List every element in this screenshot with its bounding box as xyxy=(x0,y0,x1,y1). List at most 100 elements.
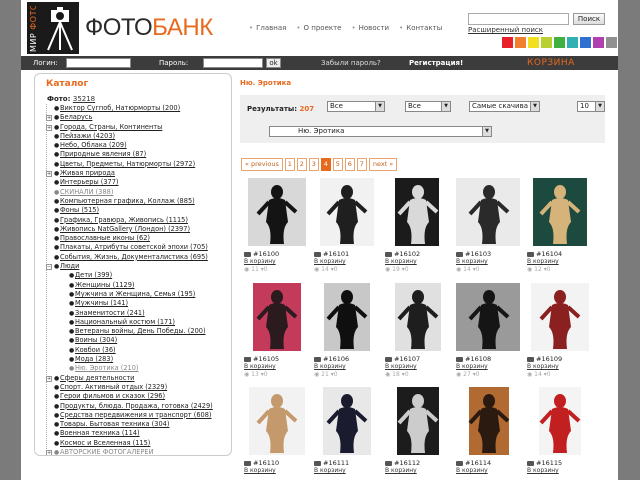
catalog-item[interactable]: ● Герои фильмов и сказок (296) xyxy=(38,392,231,401)
catalog-item[interactable]: − ● Люди xyxy=(38,262,231,271)
photo-thumbnail[interactable] xyxy=(385,283,451,351)
page-2-button[interactable]: 2 xyxy=(296,158,307,171)
catalog-item[interactable]: ● Мужчины (141) xyxy=(38,299,231,308)
catalog-item[interactable]: ● СКИНАЛИ (388) xyxy=(38,188,231,197)
catalog-item[interactable]: ● Ню. Эротика (210) xyxy=(38,364,231,373)
catalog-item[interactable]: ● Пейзажи (4203) xyxy=(38,132,231,141)
password-input[interactable] xyxy=(203,58,263,68)
previous-page-button[interactable]: « previous xyxy=(241,158,283,171)
page-6-button[interactable]: 6 xyxy=(344,158,355,171)
per-page-select[interactable]: 10 ▼ xyxy=(577,101,605,112)
expand-icon[interactable]: + xyxy=(46,124,52,131)
color-swatch[interactable] xyxy=(528,37,539,48)
catalog-item[interactable]: ● Женщины (1129) xyxy=(38,281,231,290)
catalog-item[interactable]: ● Спорт. Активный отдых (2329) xyxy=(38,383,231,392)
photo-thumbnail[interactable] xyxy=(314,283,380,351)
add-to-cart-link[interactable]: В корзину xyxy=(456,258,488,265)
page-7-button[interactable]: 7 xyxy=(356,158,367,171)
catalog-item[interactable]: ● Национальный костюм (171) xyxy=(38,318,231,327)
nav-link-about[interactable]: О проекте xyxy=(296,24,342,32)
page-4-button[interactable]: 4 xyxy=(320,158,331,171)
catalog-item[interactable]: ● Средства передвижения и транспорт (608) xyxy=(38,411,231,420)
catalog-item[interactable]: ● Товары. Бытовая техника (304) xyxy=(38,420,231,429)
expand-icon[interactable]: + xyxy=(46,171,52,178)
catalog-item[interactable]: ● Православные иконы (62) xyxy=(38,234,231,243)
color-swatch[interactable] xyxy=(593,37,604,48)
register-link[interactable]: Регистрация! xyxy=(409,59,463,67)
photo-thumbnail[interactable] xyxy=(527,178,593,246)
page-3-button[interactable]: 3 xyxy=(308,158,319,171)
add-to-cart-link[interactable]: В корзину xyxy=(244,467,276,474)
advanced-search-link[interactable]: Расширенный поиск xyxy=(468,26,543,34)
expand-icon[interactable]: + xyxy=(46,375,52,382)
collapse-icon[interactable]: − xyxy=(46,264,52,271)
catalog-item[interactable]: ● Небо, Облака (209) xyxy=(38,141,231,150)
add-to-cart-link[interactable]: В корзину xyxy=(456,467,488,474)
catalog-item[interactable]: ● Виктор Сугпоб, Натюрморты (200) xyxy=(38,104,231,113)
photo-thumbnail[interactable] xyxy=(456,387,522,455)
catalog-item[interactable]: ● Цветы, Предметы, Натюрморты (2972) xyxy=(38,160,231,169)
search-input[interactable] xyxy=(468,13,569,25)
photo-thumbnail[interactable] xyxy=(456,283,522,351)
add-to-cart-link[interactable]: В корзину xyxy=(527,363,559,370)
add-to-cart-link[interactable]: В корзину xyxy=(527,467,559,474)
site-logo[interactable]: МИР ФОТО xyxy=(27,2,79,54)
sort-select[interactable]: Самые скачива ▼ xyxy=(469,101,540,112)
nav-link-news[interactable]: Новости xyxy=(352,24,389,32)
brand-name[interactable]: ФОТОБАНК xyxy=(85,14,213,42)
catalog-item[interactable]: ● Мужчина и Женщина, Семья (195) xyxy=(38,290,231,299)
catalog-item[interactable]: ● Компьютерная графика, Коллаж (885) xyxy=(38,197,231,206)
add-to-cart-link[interactable]: В корзину xyxy=(385,467,417,474)
add-to-cart-link[interactable]: В корзину xyxy=(244,363,276,370)
photo-thumbnail[interactable] xyxy=(456,178,522,246)
catalog-item[interactable]: + ● Города, Страны, Континенты xyxy=(38,123,231,132)
add-to-cart-link[interactable]: В корзину xyxy=(385,258,417,265)
color-swatch[interactable] xyxy=(567,37,578,48)
color-swatch[interactable] xyxy=(554,37,565,48)
catalog-item[interactable]: + ● Сферы деятельности xyxy=(38,374,231,383)
expand-icon[interactable]: + xyxy=(46,449,52,455)
photo-thumbnail[interactable] xyxy=(385,178,451,246)
color-swatch[interactable] xyxy=(502,37,513,48)
catalog-item[interactable]: ● Графика, Гравюра, Живопись (1115) xyxy=(38,216,231,225)
catalog-item[interactable]: ● Продукты, блюда. Продажа, готовка (2429… xyxy=(38,402,231,411)
catalog-item[interactable]: ● Фоны (515) xyxy=(38,206,231,215)
add-to-cart-link[interactable]: В корзину xyxy=(314,467,346,474)
photo-thumbnail[interactable] xyxy=(314,178,380,246)
color-swatch[interactable] xyxy=(515,37,526,48)
catalog-item[interactable]: ● Космос и Вселенная (115) xyxy=(38,439,231,448)
nav-link-home[interactable]: Главная xyxy=(249,24,286,32)
catalog-item[interactable]: + ● Живая природа xyxy=(38,169,231,178)
catalog-item[interactable]: + ● АВТОРСКИЕ ФОТОГАЛЕРЕИ xyxy=(38,448,231,455)
catalog-item[interactable]: ● Ветераны войны, День Победы. (200) xyxy=(38,327,231,336)
login-input[interactable] xyxy=(66,58,131,68)
photo-thumbnail[interactable] xyxy=(527,283,593,351)
color-swatch[interactable] xyxy=(541,37,552,48)
catalog-item[interactable]: ● Дети (399) xyxy=(38,271,231,280)
catalog-item[interactable]: ● Интерьеры (377) xyxy=(38,178,231,187)
login-ok-button[interactable]: ok xyxy=(266,58,281,68)
photo-thumbnail[interactable] xyxy=(314,387,380,455)
filter-select-2[interactable]: Все ▼ xyxy=(405,101,451,112)
photo-thumbnail[interactable] xyxy=(527,387,593,455)
next-page-button[interactable]: next » xyxy=(368,158,398,171)
page-1-button[interactable]: 1 xyxy=(284,158,295,171)
catalog-item[interactable]: ● Мода (283) xyxy=(38,355,231,364)
photo-thumbnail[interactable] xyxy=(244,178,310,246)
catalog-item[interactable]: ● Воины (304) xyxy=(38,336,231,345)
search-button[interactable]: Поиск xyxy=(573,13,605,25)
catalog-item[interactable]: ● Живопись NatGallery (Лондон) (2397) xyxy=(38,225,231,234)
add-to-cart-link[interactable]: В корзину xyxy=(385,363,417,370)
color-swatch[interactable] xyxy=(580,37,591,48)
catalog-item[interactable]: ● Плакаты, Атрибуты советской эпохи (705) xyxy=(38,243,231,252)
nav-link-contacts[interactable]: Контакты xyxy=(399,24,442,32)
catalog-item[interactable]: ● Природные явления (87) xyxy=(38,150,231,159)
photo-thumbnail[interactable] xyxy=(244,387,310,455)
add-to-cart-link[interactable]: В корзину xyxy=(456,363,488,370)
catalog-item[interactable]: ● Знаменитости (241) xyxy=(38,309,231,318)
catalog-item[interactable]: + ● Беларусь xyxy=(38,113,231,122)
add-to-cart-link[interactable]: В корзину xyxy=(314,258,346,265)
color-swatch[interactable] xyxy=(606,37,617,48)
catalog-item[interactable]: ● События, Жизнь, Документалистика (695) xyxy=(38,253,231,262)
photo-thumbnail[interactable] xyxy=(244,283,310,351)
